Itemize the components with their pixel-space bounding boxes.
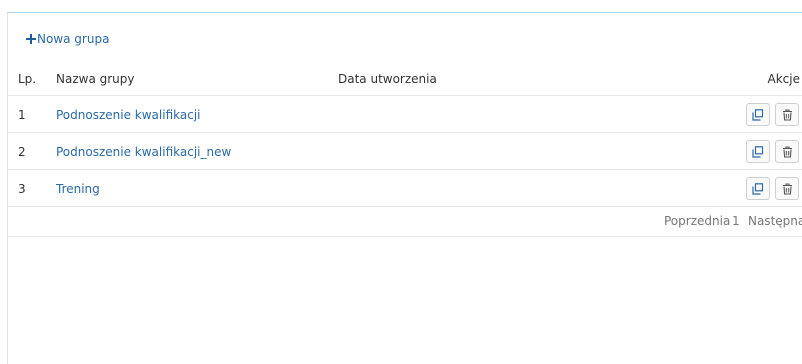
table-header: Lp. Nazwa grupy Data utworzenia Akcje <box>8 62 802 96</box>
copy-icon <box>752 108 764 121</box>
table-row: 1 Podnoszenie kwalifikacji <box>8 97 802 133</box>
trash-icon <box>782 108 792 121</box>
delete-button[interactable] <box>775 103 799 126</box>
group-name-link[interactable]: Podnoszenie kwalifikacji_new <box>56 145 231 159</box>
plus-icon <box>26 34 36 44</box>
row-actions <box>746 140 799 163</box>
trash-icon <box>782 182 792 195</box>
header-lp: Lp. <box>18 71 37 86</box>
trash-icon <box>782 145 792 158</box>
row-lp: 3 <box>18 181 26 196</box>
row-lp: 2 <box>18 144 26 159</box>
header-actions: Akcje <box>767 71 800 86</box>
header-name: Nazwa grupy <box>56 71 135 86</box>
copy-button[interactable] <box>746 103 770 126</box>
pagination: Poprzednia 1 Następna <box>8 207 802 237</box>
new-group-button[interactable]: Nowa grupa <box>26 32 109 46</box>
pagination-current-page[interactable]: 1 <box>732 214 740 228</box>
row-actions <box>746 177 799 200</box>
copy-button[interactable] <box>746 177 770 200</box>
copy-icon <box>752 182 764 195</box>
pagination-next[interactable]: Następna <box>748 214 802 228</box>
group-name-link[interactable]: Podnoszenie kwalifikacji <box>56 108 201 122</box>
new-group-label: Nowa grupa <box>37 32 110 46</box>
copy-button[interactable] <box>746 140 770 163</box>
header-date: Data utworzenia <box>338 71 437 86</box>
table-row: 3 Trening <box>8 171 802 207</box>
row-lp: 1 <box>18 107 26 122</box>
groups-panel: Nowa grupa Lp. Nazwa grupy Data utworzen… <box>7 12 802 364</box>
copy-icon <box>752 145 764 158</box>
row-actions <box>746 103 799 126</box>
delete-button[interactable] <box>775 177 799 200</box>
table-row: 2 Podnoszenie kwalifikacji_new <box>8 134 802 170</box>
delete-button[interactable] <box>775 140 799 163</box>
pagination-prev[interactable]: Poprzednia <box>664 214 730 228</box>
group-name-link[interactable]: Trening <box>56 182 100 196</box>
